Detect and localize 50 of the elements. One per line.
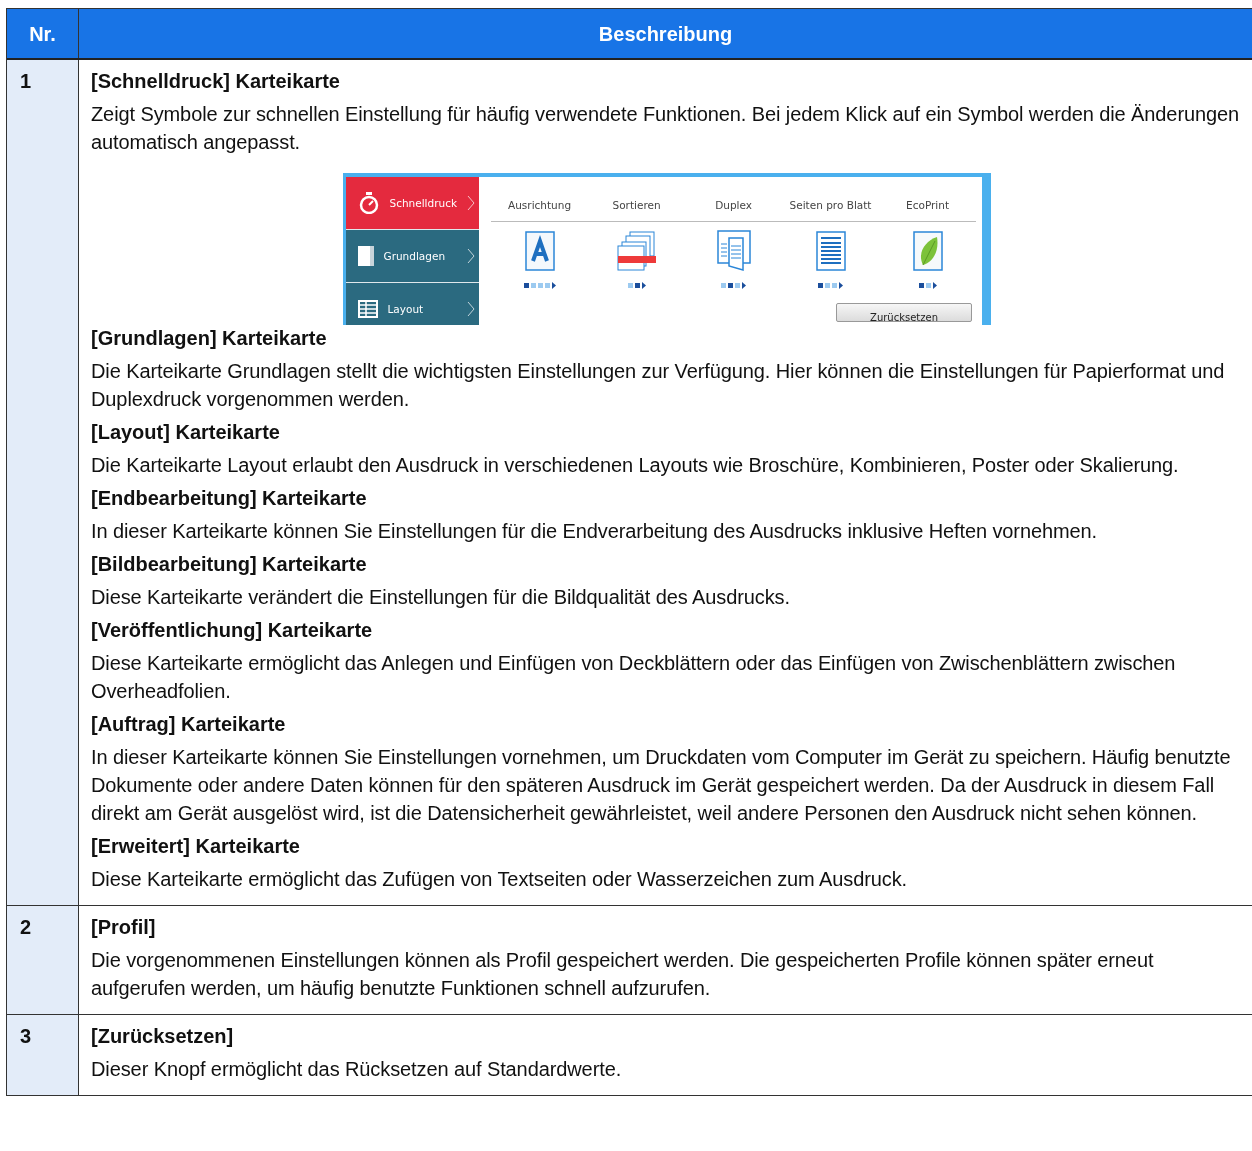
setting-label: EcoPrint xyxy=(906,198,950,213)
reset-button[interactable]: Zurücksetzen xyxy=(836,303,973,322)
number-cell: 3 xyxy=(7,1015,79,1095)
text-page-icon xyxy=(815,231,846,271)
description-text: In dieser Karteikarte können Sie Einstellungen für die Endverarbeitung des Ausdrucks inklusive Heften vornehmen. xyxy=(91,519,1099,544)
column-header: Nr. xyxy=(29,21,56,47)
duplex-pages-icon xyxy=(716,230,751,272)
section-title: [Endbearbeitung] Karteikarte xyxy=(91,486,368,511)
chevron-right-icon xyxy=(467,195,476,211)
section-title: [Layout] Karteikarte xyxy=(91,420,281,445)
description-text: In dieser Karteikarte können Sie Einstellungen vornehmen, um Druckdaten vom Computer im Gerät zu speichern. Häufig benutzte Dokumente oder andere Daten können für den späteren Ausdruck im Gerät gespeichert werden. Da der Ausdruck in diesem Fall direkt am Gerät ausgelöst wird, ist die Datensicherheit gewährleistet, weil andere Personen den Ausdruck nicht sehen können. xyxy=(91,745,1232,826)
description-text: Diese Karteikarte ermöglicht das Anlegen und Einfügen von Deckblättern oder das Einfügen von Zwischenblättern zwischen Overheadfolien. xyxy=(91,651,1177,704)
stacked-pages-icon xyxy=(615,230,658,272)
section-title: [Veröffentlichung] Karteikarte xyxy=(91,618,374,643)
section-title: [Zurücksetzen] xyxy=(91,1024,235,1049)
next-arrow-icon[interactable] xyxy=(641,282,646,289)
next-arrow-icon[interactable] xyxy=(932,282,937,289)
sidebar-tab[interactable]: Schnelldruck xyxy=(345,177,480,229)
stopwatch-icon xyxy=(357,192,380,214)
letter-page-icon xyxy=(524,231,555,271)
description-text: Diese Karteikarte verändert die Einstellungen für die Bildqualität des Ausdrucks. xyxy=(91,585,791,610)
next-arrow-icon[interactable] xyxy=(839,282,844,289)
section-title: [Bildbearbeitung] Karteikarte xyxy=(91,552,368,577)
description-text: Die vorgenommenen Einstellungen können als Profil gespeichert werden. Die gespeicherten Profile können später erneut aufgerufen werden, um häufig benutzte Funktionen schnell aufzurufen. xyxy=(91,948,1155,1001)
description-text: Die Karteikarte Layout erlaubt den Ausdruck in verschiedenen Layouts wie Broschüre, Kombinieren, Poster oder Skalierung. xyxy=(91,453,1180,478)
book-icon xyxy=(357,246,374,266)
number-cell: 2 xyxy=(7,906,79,1014)
next-arrow-icon[interactable] xyxy=(551,282,556,289)
setting-label: Duplex xyxy=(715,198,752,213)
description-text: Die Karteikarte Grundlagen stellt die wichtigsten Einstellungen zur Verfügung. Hier können die Einstellungen für Papierformat und Duplexdruck vorgenommen werden. xyxy=(91,359,1226,412)
section-title: [Auftrag] Karteikarte xyxy=(91,712,287,737)
description-text: Zeigt Symbole zur schnellen Einstellung für häufig verwendete Funktionen. Bei jedem Klick auf ein Symbol werden die Änderungen automatisch angepasst. xyxy=(91,102,1241,155)
section-title: [Grundlagen] Karteikarte xyxy=(91,326,328,351)
setting-label: Seiten pro Blatt xyxy=(789,198,872,213)
setting-label: Sortieren xyxy=(612,198,661,213)
description-text: Diese Karteikarte ermöglicht das Zufügen von Textseiten oder Wasserzeichen zum Ausdruck. xyxy=(91,867,909,892)
section-title: [Profil] xyxy=(91,915,157,940)
section-title: [Erweitert] Karteikarte xyxy=(91,834,301,859)
column-header: Beschreibung xyxy=(598,21,733,47)
setting-label: Ausrichtung xyxy=(508,198,572,213)
section-title: [Schnelldruck] Karteikarte xyxy=(91,69,341,94)
chevron-right-icon xyxy=(467,248,476,264)
sidebar-tab[interactable]: Grundlagen xyxy=(345,230,480,282)
number-cell: 1 xyxy=(7,60,79,905)
grid-icon xyxy=(357,300,378,318)
sidebar-tab[interactable]: Layout xyxy=(345,283,480,325)
next-arrow-icon[interactable] xyxy=(742,282,747,289)
chevron-right-icon xyxy=(467,301,476,317)
leaf-page-icon xyxy=(912,231,943,271)
description-text: Dieser Knopf ermöglicht das Rücksetzen auf Standardwerte. xyxy=(91,1057,623,1082)
